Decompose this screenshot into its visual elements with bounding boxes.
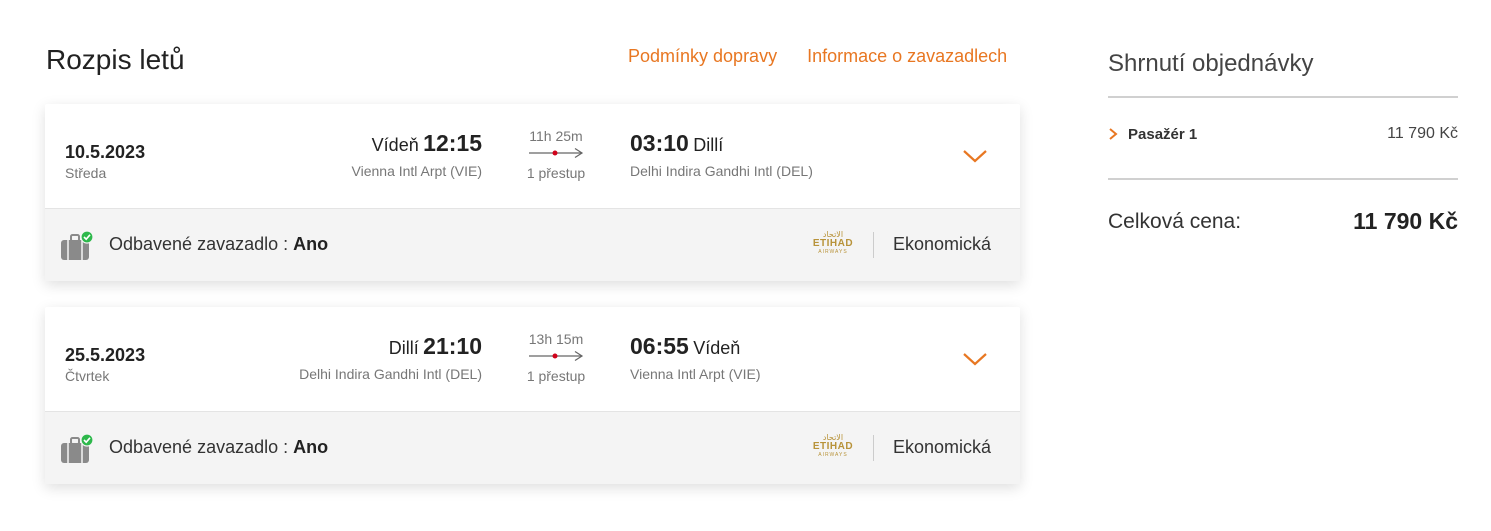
arrival-block: 06:55 Vídeň Vienna Intl Arpt (VIE)	[630, 333, 760, 382]
baggage-info-link[interactable]: Informace o zavazadlech	[807, 46, 1007, 67]
arrival-block: 03:10 Dillí Delhi Indira Gandhi Intl (DE…	[630, 130, 813, 179]
divider	[873, 435, 874, 461]
flight-date: 25.5.2023	[65, 345, 146, 365]
total-label: Celková cena:	[1108, 209, 1242, 233]
arrival-city: Dillí	[693, 135, 724, 155]
airline-sub: AIRWAYS	[818, 452, 848, 458]
arrival-airport: Delhi Indira Gandhi Intl (DEL)	[630, 163, 813, 179]
arrival-airport: Vienna Intl Arpt (VIE)	[630, 366, 761, 382]
departure-block: Dillí 21:10 Delhi Indira Gandhi Intl (DE…	[299, 333, 482, 382]
passenger-row[interactable]: Pasažér 1 11 790 Kč	[1108, 125, 1458, 143]
departure-airport: Vienna Intl Arpt (VIE)	[351, 163, 482, 179]
cabin-class: Ekonomická	[893, 234, 992, 254]
check-circle-icon	[80, 231, 94, 244]
departure-city: Dillí	[388, 338, 419, 358]
departure-time: 12:15	[423, 130, 482, 156]
airline-brand: ETIHAD	[812, 441, 854, 452]
total-row: Celková cena: 11 790 Kč	[1108, 208, 1458, 235]
flight-card: 10.5.2023 Středa Vídeň 12:15 Vienna Intl…	[45, 104, 1020, 281]
flight-summary[interactable]: 10.5.2023 Středa Vídeň 12:15 Vienna Intl…	[45, 104, 1020, 209]
arrival-time: 03:10	[630, 130, 689, 156]
baggage-value: Ano	[293, 234, 329, 254]
page-title: Rozpis letů	[46, 44, 185, 75]
summary-title: Shrnutí objednávky	[1108, 50, 1314, 77]
flight-day: Čtvrtek	[65, 368, 110, 384]
departure-city: Vídeň	[371, 135, 419, 155]
baggage-info: Odbavené zavazadlo : Ano	[109, 437, 328, 458]
divider	[1108, 96, 1458, 98]
flight-extras: Odbavené zavazadlo : Ano الاتحاد ETIHAD …	[45, 412, 1020, 484]
conditions-link[interactable]: Podmínky dopravy	[628, 46, 777, 67]
departure-airport: Delhi Indira Gandhi Intl (DEL)	[299, 366, 482, 382]
cabin-class: Ekonomická	[893, 437, 992, 457]
baggage-label: Odbavené zavazadlo :	[109, 437, 289, 457]
baggage-value: Ano	[293, 437, 329, 457]
airline-sub: AIRWAYS	[818, 249, 848, 255]
suitcase-icon	[61, 231, 94, 260]
arrival-city: Vídeň	[693, 338, 741, 358]
flight-extras: Odbavené zavazadlo : Ano الاتحاد ETIHAD …	[45, 209, 1020, 281]
suitcase-icon	[61, 434, 94, 463]
flight-duration-block: 11h 25m 1 přestup	[520, 128, 592, 181]
flight-duration: 11h 25m	[529, 128, 583, 144]
flight-card: 25.5.2023 Čtvrtek Dillí 21:10 Delhi Indi…	[45, 307, 1020, 484]
departure-time: 21:10	[423, 333, 482, 359]
top-links: Podmínky dopravy Informace o zavazadlech	[628, 46, 1007, 67]
divider	[873, 232, 874, 258]
flight-summary[interactable]: 25.5.2023 Čtvrtek Dillí 21:10 Delhi Indi…	[45, 307, 1020, 412]
chevron-down-icon[interactable]	[962, 351, 988, 367]
route-arrow-icon	[529, 350, 584, 362]
chevron-down-icon[interactable]	[962, 148, 988, 164]
total-value: 11 790 Kč	[1353, 208, 1458, 234]
arrival-time: 06:55	[630, 333, 689, 359]
passenger-price: 11 790 Kč	[1387, 125, 1458, 142]
flight-stops: 1 přestup	[526, 165, 586, 181]
airline-logo: الاتحاد ETIHAD AIRWAYS	[809, 230, 857, 256]
departure-block: Vídeň 12:15 Vienna Intl Arpt (VIE)	[352, 130, 482, 179]
flight-day: Středa	[65, 165, 107, 181]
flight-duration: 13h 15m	[528, 331, 584, 347]
baggage-label: Odbavené zavazadlo :	[109, 234, 289, 254]
check-circle-icon	[80, 434, 94, 447]
airline-logo: الاتحاد ETIHAD AIRWAYS	[809, 433, 857, 459]
flight-duration-block: 13h 15m 1 přestup	[520, 331, 592, 384]
chevron-right-icon[interactable]	[1108, 127, 1118, 141]
airline-brand: ETIHAD	[812, 238, 854, 249]
baggage-info: Odbavené zavazadlo : Ano	[109, 234, 328, 255]
divider	[1108, 178, 1458, 180]
passenger-label: Pasažér 1	[1128, 125, 1198, 143]
route-arrow-icon	[529, 147, 584, 159]
flight-date: 10.5.2023	[65, 142, 146, 162]
flight-stops: 1 přestup	[526, 368, 586, 384]
